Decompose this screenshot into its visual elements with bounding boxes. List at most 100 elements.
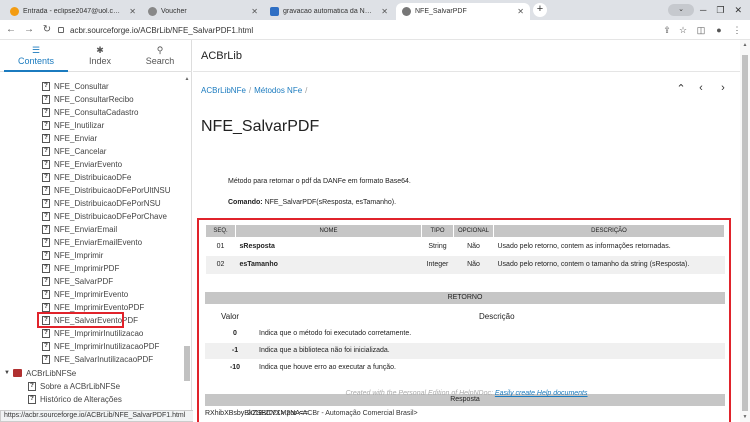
scroll-up-icon[interactable]: ▲ [740, 42, 750, 48]
reload-icon[interactable]: ↻ [40, 23, 54, 37]
browser-tab-forum[interactable]: gravacao automatica da NFE em ✕ [264, 3, 394, 20]
tree-item[interactable]: ? NFE_DistribuicaoDFePorChave [42, 210, 167, 222]
help-topic-icon: ? [42, 107, 50, 117]
retorno-header: RETORNO [205, 292, 725, 304]
column-header: TIPO [421, 224, 454, 238]
tree-item[interactable]: ? NFE_Consultar [42, 80, 109, 92]
scroll-up-icon[interactable]: ▲ [183, 76, 191, 82]
help-topic-icon: ? [42, 94, 50, 104]
selection-highlight [37, 312, 124, 328]
minimize-icon[interactable]: ─ [700, 5, 706, 15]
tree-item[interactable]: ? Histórico de Alterações [28, 393, 122, 405]
browser-tab-email[interactable]: Entrada - eclipse2047@uol.com.b ✕ [4, 3, 142, 20]
tab-contents[interactable]: ☰ Contents [4, 42, 68, 72]
help-topic-icon: ? [42, 211, 50, 221]
help-topic-icon: ? [42, 250, 50, 260]
tree-item[interactable]: ? Sobre a ACBrLibNFSe [28, 380, 120, 392]
more-menu-icon[interactable]: ⋮ [730, 23, 744, 37]
help-sidebar: ☰ Contents ✱ Index ⚲ Search ? NFE_Consult… [0, 40, 192, 422]
help-topic-icon: ? [42, 133, 50, 143]
star-icon[interactable]: ☆ [676, 23, 690, 37]
lock-icon [58, 27, 64, 33]
help-topic-icon: ? [42, 276, 50, 286]
table-row: 02 esTamanho Integer Não Usado pelo reto… [205, 255, 725, 274]
browser-toolbar: ← → ↻ acbr.sourceforge.io/ACBrLib/NFE_Sa… [0, 20, 750, 40]
sidebar-scroll-thumb[interactable] [184, 346, 190, 381]
book-icon [13, 369, 22, 377]
help-title: ACBrLib [201, 50, 242, 62]
help-topic-icon: ? [42, 328, 50, 338]
tab-index[interactable]: ✱ Index [68, 42, 132, 72]
column-header: NOME [235, 224, 422, 238]
forward-arrow-icon[interactable]: → [22, 23, 36, 37]
tree-item[interactable]: ? NFE_ImprimirEvento [42, 288, 128, 300]
globe-favicon-icon [402, 7, 411, 16]
tree-item[interactable]: ? NFE_ImprimirInutilizacaoPDF [42, 340, 159, 352]
tree-item[interactable]: ? NFE_Enviar [42, 132, 97, 144]
tree-item[interactable]: ? NFE_ImprimirPDF [42, 262, 119, 274]
retorno-row: -10 Indica que houve erro ao executar a … [229, 364, 396, 371]
close-icon[interactable]: ✕ [517, 7, 524, 16]
footer-note: Created with the Personal Edition of Hel… [345, 390, 588, 397]
contents-tree: ? NFE_Consultar ? NFE_ConsultarRecibo ? NFE… [0, 76, 180, 406]
main-scrollbar[interactable]: ▲ ▼ [740, 40, 750, 422]
retorno-row: 0 Indica que o método foi executado corr… [233, 330, 412, 337]
tree-item[interactable]: ? NFE_DistribuicaoDFe [42, 171, 131, 183]
tree-item-selected[interactable]: ? NFE_SalvarPDF [42, 275, 113, 287]
retorno-descricao-header: Descrição [479, 312, 515, 321]
tree-item[interactable]: ? NFE_EnviarEvento [42, 158, 122, 170]
forum-favicon-icon [270, 7, 279, 16]
browser-tab-nfe-salvarpdf[interactable]: NFE_SalvarPDF ✕ [396, 3, 530, 20]
breadcrumb-item[interactable]: Métodos NFe [254, 86, 302, 95]
main-scroll-thumb[interactable] [742, 55, 748, 411]
side-panel-icon[interactable]: ◫ [694, 23, 708, 37]
chevron-up-icon[interactable]: ⌃ [675, 82, 687, 95]
new-tab-button[interactable]: + [533, 3, 547, 17]
maximize-icon[interactable]: ❐ [716, 5, 724, 16]
sidebar-scrollbar[interactable]: ▲ [183, 76, 191, 416]
tab-search[interactable]: ⚲ Search [128, 42, 192, 72]
chevron-left-icon[interactable]: ‹ [695, 82, 707, 94]
tree-item[interactable]: ? NFE_SalvarInutilizacaoPDF [42, 353, 153, 365]
method-command: Comando: NFE_SalvarPDF(sResposta, esTama… [228, 199, 397, 206]
profile-icon[interactable]: ● [712, 23, 726, 37]
tree-item[interactable]: ? NFE_EnviarEmailEvento [42, 236, 142, 248]
tree-section-acbrlibnfse[interactable]: ▼ ACBrLibNFSe [4, 367, 76, 379]
address-bar[interactable]: acbr.sourceforge.io/ACBrLib/NFE_SalvarPD… [58, 22, 658, 38]
tree-item[interactable]: ? NFE_ImprimirInutilizacao [42, 327, 143, 339]
help-topic-icon: ? [42, 289, 50, 299]
close-icon[interactable]: ✕ [251, 7, 258, 16]
tree-item[interactable]: ? NFE_EnviarEmail [42, 223, 117, 235]
column-header: DESCRIÇÃO [493, 224, 725, 238]
breadcrumb: ACBrLibNFe / Métodos NFe / [201, 86, 308, 95]
close-icon[interactable]: ✕ [129, 7, 136, 16]
tree-item[interactable]: ? NFE_ConsultaCadastro [42, 106, 138, 118]
page-favicon-icon [148, 7, 157, 16]
helpndoc-link[interactable]: Easily create Help documents [495, 390, 588, 397]
share-icon[interactable]: ⇪ [660, 23, 674, 37]
close-window-icon[interactable]: ✕ [734, 5, 742, 16]
profile-menu[interactable]: ⌄ [668, 0, 694, 20]
tree-item[interactable]: ? NFE_Inutilizar [42, 119, 104, 131]
help-topic-icon: ? [42, 146, 50, 156]
tree-item[interactable]: ? NFE_DistribuicaoDFePorNSU [42, 197, 161, 209]
chevron-down-icon[interactable]: ⌄ [668, 4, 694, 16]
help-topic-icon: ? [42, 198, 50, 208]
chevron-right-icon[interactable]: › [717, 82, 729, 94]
help-topic-icon: ? [42, 159, 50, 169]
help-topic-icon: ? [42, 354, 50, 364]
caret-down-icon[interactable]: ▼ [4, 370, 10, 376]
tree-item[interactable]: ? NFE_ConsultarRecibo [42, 93, 134, 105]
mail-favicon-icon [10, 7, 19, 16]
tree-item[interactable]: ? NFE_Cancelar [42, 145, 106, 157]
scroll-down-icon[interactable]: ▼ [740, 414, 750, 420]
tree-item[interactable]: ? NFE_Imprimir [42, 249, 103, 261]
column-header: SEQ. [205, 224, 236, 238]
browser-tab-voucher[interactable]: Voucher ✕ [142, 3, 264, 20]
breadcrumb-item[interactable]: ACBrLibNFe [201, 86, 246, 95]
tree-item[interactable]: ? NFE_DistribuicaoDFePorUltNSU [42, 184, 170, 196]
retorno-row: -1 Indica que a biblioteca não foi inici… [205, 343, 725, 359]
close-icon[interactable]: ✕ [381, 7, 388, 16]
back-arrow-icon[interactable]: ← [4, 23, 18, 37]
method-description: Método para retornar o pdf da DANFe em f… [228, 178, 411, 185]
